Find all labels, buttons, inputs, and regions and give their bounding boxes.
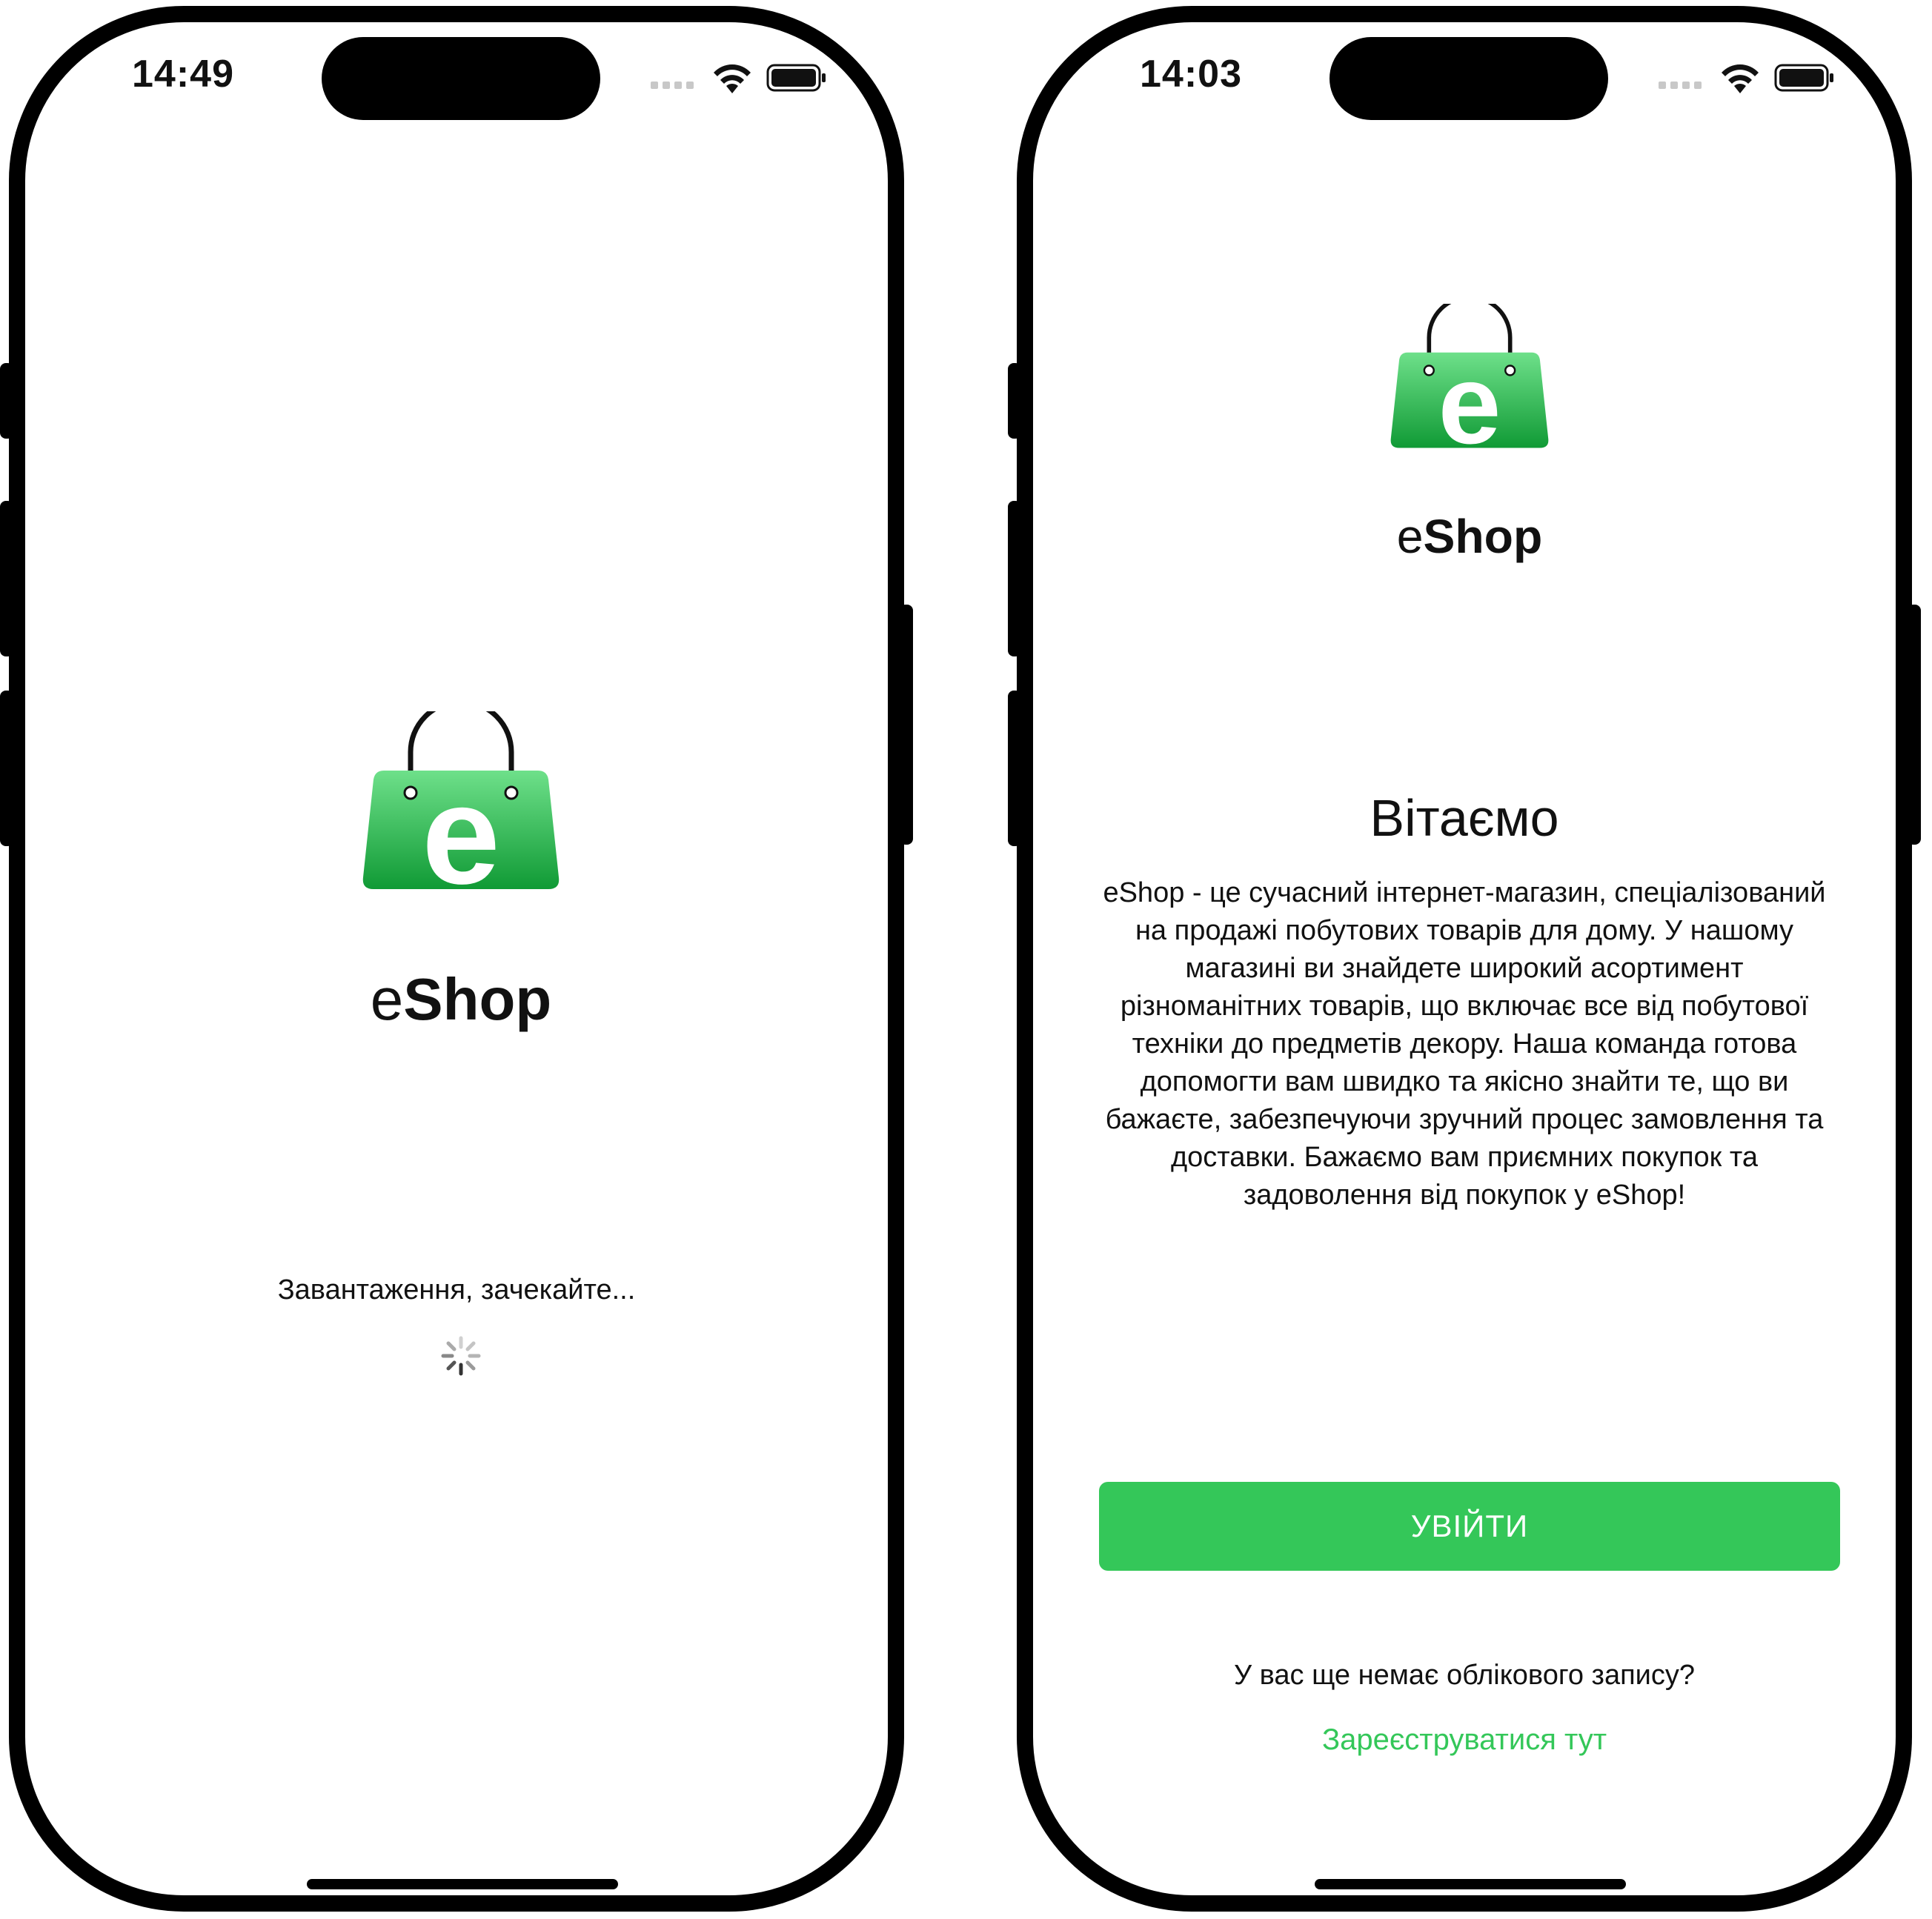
signal-dots-icon — [651, 82, 695, 89]
no-account-text: У вас ще немає облікового запису? — [1233, 1660, 1696, 1691]
svg-text:eShop: eShop — [1397, 510, 1543, 563]
battery-icon — [766, 64, 826, 92]
loading-text: Завантаження, зачекайте... — [277, 1274, 636, 1306]
wifi-icon — [1722, 64, 1759, 93]
welcome-title: Вітаємо — [1370, 789, 1559, 847]
status-time: 14:03 — [1140, 53, 1242, 96]
dynamic-island — [322, 37, 600, 120]
eshop-logo: e eShop — [1390, 304, 1549, 563]
phone-loading-screen: 14:49 e eShop Завантаження, зачекайте... — [0, 0, 913, 1919]
svg-text:e: e — [422, 756, 500, 914]
eshop-logo: e eShop — [362, 711, 560, 1032]
signal-dots-icon — [1659, 82, 1703, 89]
register-link[interactable]: Зареєструватися тут — [1008, 1723, 1921, 1757]
status-time: 14:49 — [132, 53, 234, 96]
svg-text:eShop: eShop — [371, 966, 551, 1032]
login-button[interactable]: УВІЙТИ — [1099, 1482, 1840, 1571]
welcome-description: eShop - це сучасний інтернет-магазин, сп… — [1103, 877, 1826, 1211]
home-indicator[interactable] — [307, 1879, 618, 1889]
phone-welcome-screen: 14:03 e eShop Вітаємо eShop - це сучасни… — [1008, 0, 1921, 1919]
home-indicator[interactable] — [1315, 1879, 1626, 1889]
dynamic-island — [1330, 37, 1608, 120]
battery-icon — [1774, 64, 1833, 92]
svg-text:e: e — [1438, 342, 1501, 468]
activity-spinner-icon — [441, 1336, 481, 1376]
wifi-icon — [714, 64, 751, 93]
